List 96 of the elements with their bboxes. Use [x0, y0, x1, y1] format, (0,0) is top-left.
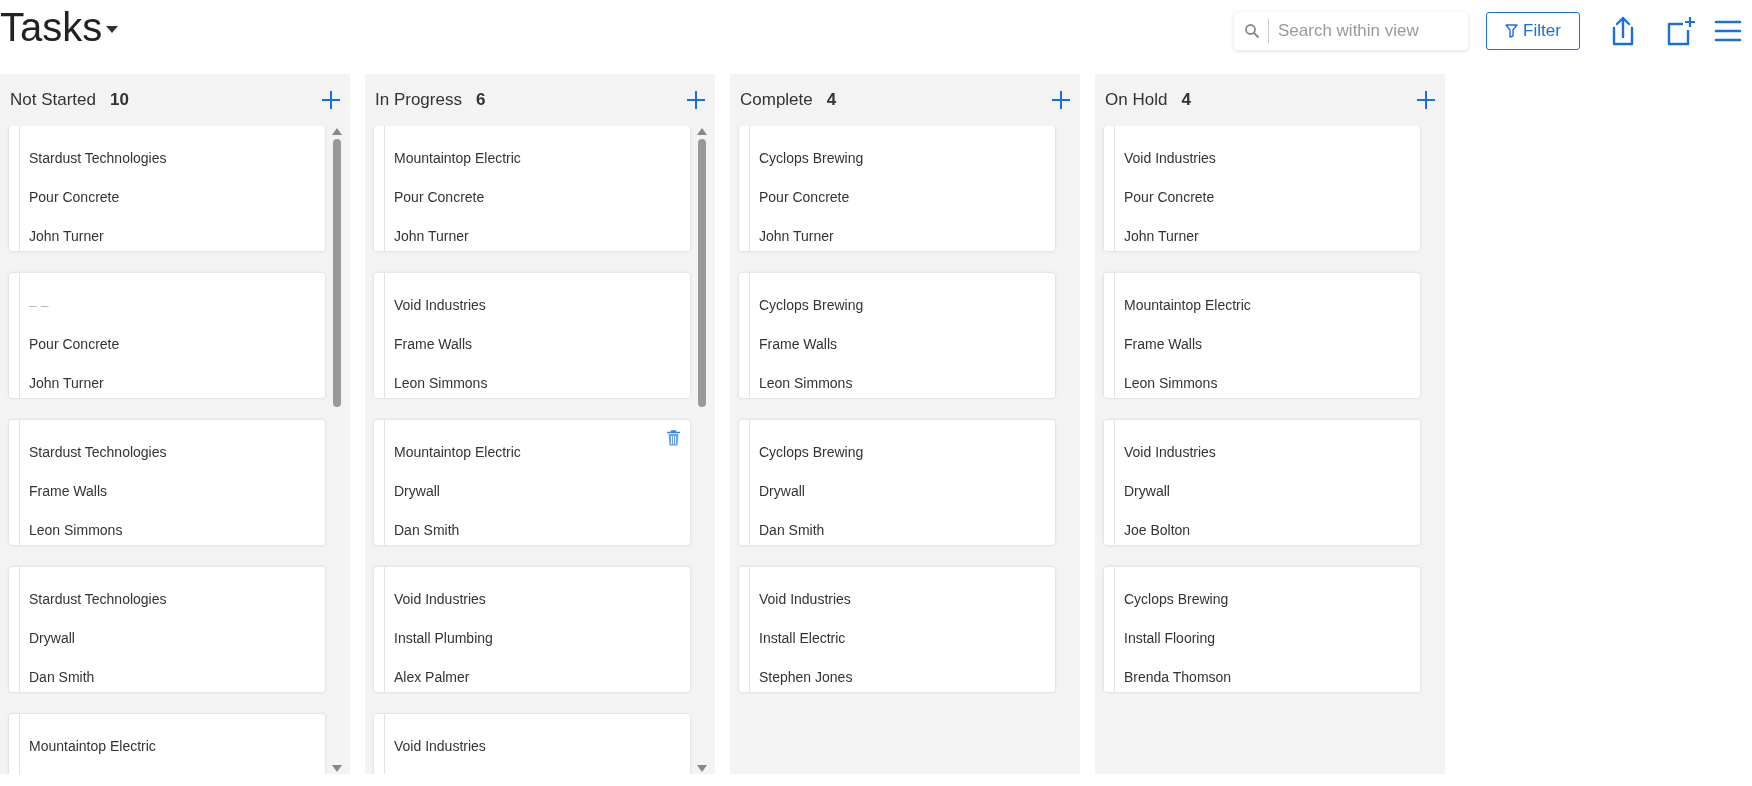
card-text: Pour Concrete: [29, 188, 121, 207]
card-text: Void Industries: [1124, 149, 1216, 168]
filter-icon: [1505, 24, 1519, 38]
task-card[interactable]: Cyclops Brewing Drywall Dan Smith: [739, 420, 1055, 545]
task-card[interactable]: Mountaintop Electric: [9, 714, 325, 774]
task-card[interactable]: Void Industries Frame Walls Leon Simmons: [374, 273, 690, 398]
card-text: Stephen Jones: [759, 668, 853, 687]
card-text: Frame Walls: [759, 335, 839, 354]
card-text: Cyclops Brewing: [1124, 590, 1230, 609]
card-text: Dan Smith: [394, 521, 461, 540]
scroll-down-icon[interactable]: [332, 765, 342, 772]
card-text: Joe Bolton: [1124, 521, 1192, 540]
card-text: Void Industries: [394, 737, 486, 756]
task-card[interactable]: Stardust Technologies Drywall Dan Smith: [9, 567, 325, 692]
task-card[interactable]: – – Pour Concrete John Turner: [9, 273, 325, 398]
task-card[interactable]: Void Industries Install Electric Stephen Jones: [739, 567, 1055, 692]
card-text: Stardust Technologies: [29, 443, 167, 462]
page-title: Tasks: [0, 4, 103, 51]
scroll-down-icon[interactable]: [697, 765, 707, 772]
card-text: Frame Walls: [1124, 335, 1204, 354]
card-text: John Turner: [394, 227, 470, 246]
card-text: Mountaintop Electric: [394, 149, 521, 168]
card-text: Drywall: [394, 482, 441, 501]
column-count: 10: [110, 90, 129, 110]
task-card[interactable]: Cyclops Brewing Install Flooring Brenda Thomson: [1104, 567, 1420, 692]
filter-button[interactable]: Filter: [1486, 12, 1580, 50]
task-card[interactable]: Cyclops Brewing Frame Walls Leon Simmons: [739, 273, 1055, 398]
scroll-up-icon[interactable]: [332, 128, 342, 135]
card-text: Void Industries: [394, 296, 487, 315]
card-text: Drywall: [29, 629, 76, 648]
add-icon[interactable]: [687, 91, 705, 109]
card-text: Drywall: [1124, 482, 1171, 501]
card-text: Void Industries: [1124, 443, 1216, 462]
caret-icon[interactable]: [106, 25, 119, 33]
card-text: John Turner: [1124, 227, 1200, 246]
card-text: John Turner: [29, 374, 105, 393]
card-text: Brenda Thomson: [1124, 668, 1232, 687]
card-text: Stardust Technologies: [29, 590, 167, 609]
trash-icon[interactable]: [667, 430, 680, 446]
column-count: 4: [826, 90, 837, 110]
card-text: Pour Concrete: [1124, 188, 1216, 207]
card-text: Alex Palmer: [394, 668, 471, 687]
card-text: Install Plumbing: [394, 629, 493, 648]
card-text: John Turner: [759, 227, 835, 246]
card-text: Pour Concrete: [29, 335, 120, 354]
column-title: Not Started: [10, 90, 96, 110]
card-text: Stardust Technologies: [29, 149, 167, 168]
menu-icon[interactable]: [1714, 19, 1742, 43]
task-card[interactable]: Void Industries Drywall Joe Bolton: [1104, 420, 1420, 545]
task-card[interactable]: Stardust Technologies Frame Walls Leon Simmons: [9, 420, 325, 545]
card-text: Mountaintop Electric: [29, 737, 156, 756]
search-field[interactable]: Search within view: [1234, 12, 1468, 50]
card-text: Leon Simmons: [394, 374, 488, 393]
card-text: Cyclops Brewing: [759, 149, 864, 168]
column-count: 4: [1181, 90, 1191, 110]
card-text: Void Industries: [759, 590, 852, 609]
column-count: 6: [475, 90, 486, 110]
card-text: Dan Smith: [29, 668, 96, 687]
card-text: Void Industries: [394, 590, 487, 609]
card-text: Pour Concrete: [759, 188, 851, 207]
share-icon[interactable]: [1610, 15, 1636, 47]
task-card[interactable]: Mountaintop Electric Pour Concrete John Turner: [374, 126, 690, 251]
card-text: Dan Smith: [759, 521, 826, 540]
search-icon: [1244, 23, 1260, 39]
task-card[interactable]: Cyclops Brewing Pour Concrete John Turner: [739, 126, 1055, 251]
card-text: Cyclops Brewing: [759, 296, 864, 315]
column-title: In Progress: [375, 90, 462, 110]
scroll-up-icon[interactable]: [697, 128, 707, 135]
task-card[interactable]: Void Industries: [374, 714, 690, 774]
column-title: Complete: [740, 90, 813, 110]
scrollbar[interactable]: [331, 126, 343, 772]
add-icon[interactable]: [1417, 91, 1435, 109]
card-text: Frame Walls: [394, 335, 474, 354]
card-text: – –: [29, 296, 50, 315]
task-card[interactable]: Mountaintop Electric Frame Walls Leon Simmons: [1104, 273, 1420, 398]
scrollbar[interactable]: [696, 126, 708, 772]
card-text: Install Flooring: [1124, 629, 1217, 648]
card-text: Mountaintop Electric: [1124, 296, 1251, 315]
card-text: Install Electric: [759, 629, 847, 648]
add-window-icon[interactable]: [1666, 15, 1696, 47]
card-text: Pour Concrete: [394, 188, 486, 207]
card-text: Mountaintop Electric: [394, 443, 521, 462]
card-text: Leon Simmons: [29, 521, 124, 540]
task-card[interactable]: Void Industries Pour Concrete John Turner: [1104, 126, 1420, 251]
task-card[interactable]: Void Industries Install Plumbing Alex Palmer: [374, 567, 690, 692]
add-icon[interactable]: [322, 91, 340, 109]
card-text: Leon Simmons: [1124, 374, 1219, 393]
card-text: John Turner: [29, 227, 105, 246]
task-card[interactable]: Mountaintop Electric Drywall Dan Smith: [374, 420, 690, 545]
add-icon[interactable]: [1052, 91, 1070, 109]
card-text: Leon Simmons: [759, 374, 854, 393]
column-title: On Hold: [1105, 90, 1168, 110]
task-card[interactable]: Stardust Technologies Pour Concrete John Turner: [9, 126, 325, 251]
card-text: Drywall: [759, 482, 806, 501]
card-text: Cyclops Brewing: [759, 443, 864, 462]
card-text: Frame Walls: [29, 482, 109, 501]
